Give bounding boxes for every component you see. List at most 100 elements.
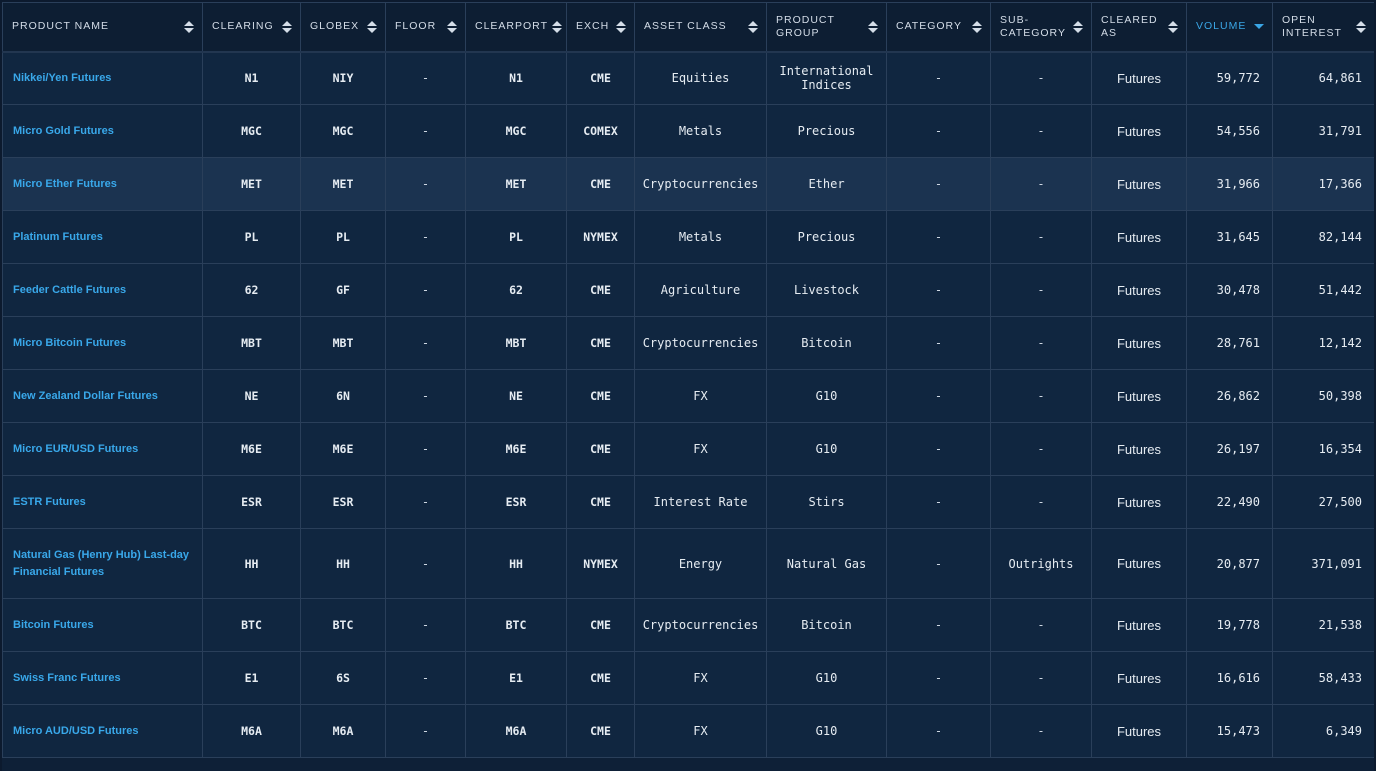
cell-product-group: G10 [766,651,887,705]
table-row[interactable]: Micro Gold Futures MGC MGC - MGC COMEX Metals P… [2,104,1374,158]
cell-category: - [886,51,991,105]
cell-exch: CME [566,263,635,317]
cell-category: - [886,369,991,423]
column-header-category[interactable]: CATEGORY [886,2,991,53]
column-header-open-interest[interactable]: OPEN INTEREST [1272,2,1374,53]
column-header-product-name[interactable]: PRODUCT NAME [2,2,203,53]
product-link[interactable]: ESTR Futures [13,496,86,508]
cell-product-group: G10 [766,704,887,758]
cell-clearing: MBT [202,316,301,370]
cell-clearport: M6E [465,422,567,476]
table-row[interactable]: Micro Bitcoin Futures MBT MBT - MBT CME Crypto… [2,316,1374,370]
sort-icon[interactable] [447,20,457,33]
column-header-label: PRODUCT GROUP [776,13,835,39]
cell-asset-class: FX [634,651,767,705]
cell-exch: CME [566,651,635,705]
sort-icon[interactable] [184,20,194,33]
cell-product-group: G10 [766,369,887,423]
product-link[interactable]: Micro EUR/USD Futures [13,443,138,455]
product-link[interactable]: Nikkei/Yen Futures [13,72,111,84]
cell-product-name: Nikkei/Yen Futures [2,51,203,105]
cell-sub-category: - [990,316,1092,370]
column-header-asset-class[interactable]: ASSET CLASS [634,2,767,53]
cell-asset-class: Metals [634,210,767,264]
table-row[interactable]: Micro AUD/USD Futures M6A M6A - M6A CME FX G10-… [2,704,1374,758]
sort-icon[interactable] [1356,20,1366,33]
products-table-container: PRODUCT NAME CLEARING GLOBEX FLOOR CLEARPORT… [2,2,1374,771]
product-link[interactable]: Micro Gold Futures [13,125,114,137]
sort-icon[interactable] [868,20,878,33]
column-header-volume[interactable]: VOLUME [1186,2,1273,53]
table-row[interactable]: Bitcoin Futures BTC BTC - BTC CME Cryptocurren… [2,598,1374,652]
product-link[interactable]: Feeder Cattle Futures [13,284,126,296]
cell-volume: 30,478 [1186,263,1273,317]
table-row[interactable]: ESTR Futures ESR ESR - ESR CME Interest Rate St… [2,475,1374,529]
cell-sub-category: - [990,704,1092,758]
cell-product-name: Micro Bitcoin Futures [2,316,203,370]
sort-icon[interactable] [972,20,982,33]
product-link[interactable]: New Zealand Dollar Futures [13,390,158,402]
cell-clearport: N1 [465,51,567,105]
column-header-exch[interactable]: EXCH [566,2,635,53]
cell-open-interest: 12,142 [1272,316,1374,370]
cell-product-name: ESTR Futures [2,475,203,529]
cell-cleared-as: Futures [1091,422,1187,476]
sort-icon[interactable] [1073,20,1083,33]
cell-product-name: Bitcoin Futures [2,598,203,652]
sort-icon[interactable] [1168,20,1178,33]
cell-product-name: Micro AUD/USD Futures [2,704,203,758]
table-row[interactable]: New Zealand Dollar Futures NE 6N - NE CME FX G1… [2,369,1374,423]
product-link[interactable]: Platinum Futures [13,231,103,243]
cell-open-interest: 58,433 [1272,651,1374,705]
cell-clearing: MGC [202,104,301,158]
column-header-label: PRODUCT NAME [12,20,109,33]
cell-category: - [886,422,991,476]
cell-exch: CME [566,157,635,211]
cell-clearport: M6A [465,704,567,758]
cell-clearport: E1 [465,651,567,705]
column-header-clearing[interactable]: CLEARING [202,2,301,53]
product-link[interactable]: Micro Ether Futures [13,178,117,190]
table-row[interactable]: Natural Gas (Henry Hub) Last-day Financi… [2,528,1374,599]
sort-icon[interactable] [367,20,377,33]
table-row[interactable]: Nikkei/Yen Futures N1 NIY - N1 CME Equities Int… [2,51,1374,105]
cell-product-name: Platinum Futures [2,210,203,264]
table-row[interactable]: Feeder Cattle Futures 62 GF -62 CME Agricultu… [2,263,1374,317]
cell-open-interest: 51,442 [1272,263,1374,317]
product-link[interactable]: Micro Bitcoin Futures [13,337,126,349]
column-header-clearport[interactable]: CLEARPORT [465,2,567,53]
table-row[interactable]: Swiss Franc Futures E1 6S - E1 CME FX G10- - Futu… [2,651,1374,705]
column-header-floor[interactable]: FLOOR [385,2,466,53]
sort-icon[interactable] [282,20,292,33]
sort-icon[interactable] [748,20,758,33]
cell-open-interest: 16,354 [1272,422,1374,476]
cell-globex: 6S [300,651,386,705]
product-link[interactable]: Swiss Franc Futures [13,672,121,684]
cell-sub-category: - [990,651,1092,705]
column-header-sub-category[interactable]: SUB- CATEGORY [990,2,1092,53]
sort-icon[interactable] [552,20,562,33]
product-link[interactable]: Natural Gas (Henry Hub) Last-day Financi… [13,549,189,578]
cell-open-interest: 64,861 [1272,51,1374,105]
product-link[interactable]: Micro AUD/USD Futures [13,725,139,737]
cell-product-name: Micro Gold Futures [2,104,203,158]
header-row: PRODUCT NAME CLEARING GLOBEX FLOOR CLEARPORT… [2,2,1374,53]
cell-globex: NIY [300,51,386,105]
cell-volume: 31,645 [1186,210,1273,264]
table-header: PRODUCT NAME CLEARING GLOBEX FLOOR CLEARPORT… [2,2,1374,53]
cell-sub-category: - [990,422,1092,476]
column-header-globex[interactable]: GLOBEX [300,2,386,53]
table-row[interactable]: Micro EUR/USD Futures M6E M6E - M6E CME FX G10-… [2,422,1374,476]
product-link[interactable]: Bitcoin Futures [13,619,94,631]
column-header-label: CLEARED AS [1101,13,1158,39]
cell-sub-category: - [990,104,1092,158]
table-row[interactable]: Micro Ether Futures MET MET - MET CME Cryptocu… [2,157,1374,211]
column-header-label: EXCH [576,20,610,33]
table-row[interactable]: Platinum Futures PL PL - PL NYMEX Metals Precio… [2,210,1374,264]
sort-icon[interactable] [616,20,626,33]
column-header-product-group[interactable]: PRODUCT GROUP [766,2,887,53]
column-header-cleared-as[interactable]: CLEARED AS [1091,2,1187,53]
cell-product-group: Natural Gas [766,528,887,599]
cell-clearport: MGC [465,104,567,158]
sort-descending-icon[interactable] [1254,24,1264,30]
